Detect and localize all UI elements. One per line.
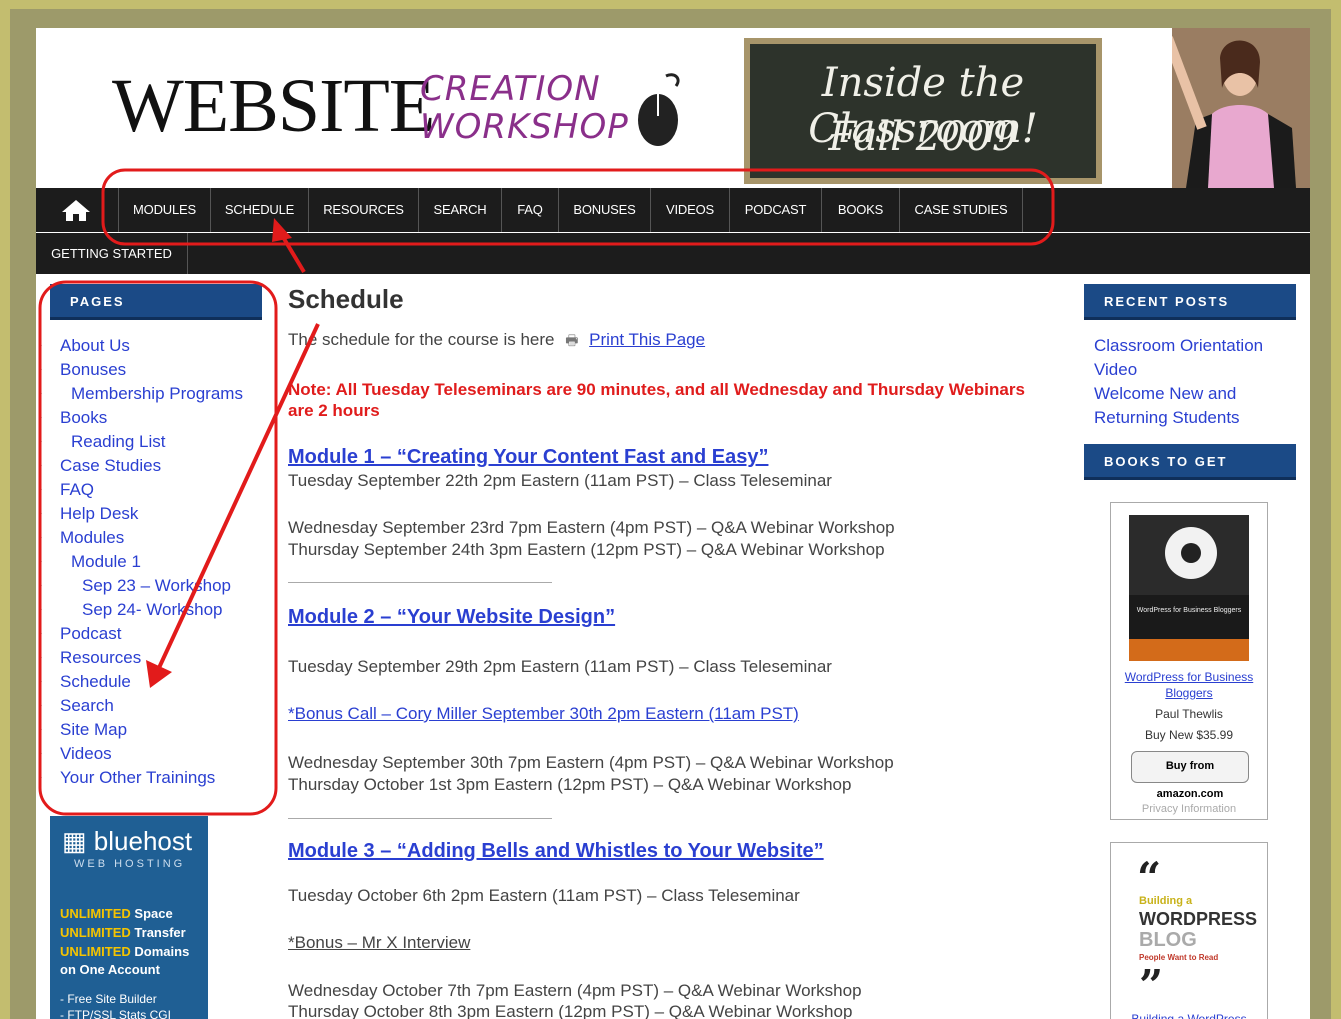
sidebar-item-schedule[interactable]: Schedule: [38, 669, 243, 694]
logo-website-text: WEBSITE: [112, 64, 435, 148]
book-2-line: BLOG: [1139, 929, 1197, 951]
mouse-icon: [638, 73, 680, 146]
nav-resources[interactable]: RESOURCES: [308, 188, 418, 232]
sidebar-item-membership-programs[interactable]: Membership Programs: [38, 381, 243, 406]
bluehost-tagline: WEB HOSTING: [74, 858, 186, 870]
module-3-heading[interactable]: Module 3 – “Adding Bells and Whistles to…: [288, 840, 824, 863]
bluehost-logo: ▦ bluehost: [62, 826, 193, 856]
buy-from-amazon-button[interactable]: Buy from amazon.com: [1131, 751, 1249, 800]
schedule-item: Wednesday September 30th 7pm Eastern (4p…: [288, 753, 894, 772]
schedule-item: Thursday September 24th 3pm Eastern (12p…: [288, 540, 885, 559]
intro-label: The schedule for the course is here: [288, 330, 555, 349]
recent-post-link[interactable]: Welcome New and Returning Students: [1094, 382, 1294, 430]
nav-podcast[interactable]: PODCAST: [729, 188, 821, 232]
schedule-item: Tuesday October 6th 2pm Eastern (11am PS…: [288, 886, 800, 905]
nav-faq[interactable]: FAQ: [501, 188, 558, 232]
book-title-link[interactable]: WordPress for Business Bloggers: [1111, 669, 1267, 701]
quote-icon: ”: [1139, 961, 1164, 1010]
sidebar-item-case-studies[interactable]: Case Studies: [38, 453, 243, 478]
recent-posts-title: RECENT POSTS: [1084, 284, 1296, 320]
divider: [288, 818, 552, 819]
pages-list: About Us Bonuses Membership Programs Boo…: [38, 333, 243, 790]
flower-image: [1129, 515, 1249, 661]
schedule-item: Wednesday October 7th 7pm Eastern (4pm P…: [288, 981, 862, 1000]
chalkboard-subtitle: Fall 2009: [828, 114, 1018, 160]
bluehost-feature: UNLIMITED Transfer: [60, 925, 186, 940]
print-page-link[interactable]: Print This Page: [589, 330, 705, 349]
bonus-call-link[interactable]: *Bonus Call – Cory Miller September 30th…: [288, 704, 799, 724]
sidebar-item-reading-list[interactable]: Reading List: [38, 429, 243, 454]
nav-getting-started[interactable]: GETTING STARTED: [36, 233, 188, 274]
bluehost-feature: - Free Site Builder: [60, 992, 157, 1006]
book-cover[interactable]: WordPress for Business Bloggers: [1129, 515, 1249, 661]
nav-case-studies[interactable]: CASE STUDIES: [899, 188, 1023, 232]
sidebar-item-podcast[interactable]: Podcast: [38, 621, 243, 646]
book-widget-1: WordPress for Business Bloggers WordPres…: [1110, 502, 1268, 820]
schedule-item: Wednesday September 23rd 7pm Eastern (4p…: [288, 518, 895, 537]
book-cover-2[interactable]: “ Building a WORDPRESS BLOG People Want …: [1127, 851, 1257, 1010]
privacy-information-link[interactable]: Privacy Information: [1111, 803, 1267, 815]
logo-workshop-text: WORKSHOP: [420, 107, 629, 147]
sidebar-item-search[interactable]: Search: [38, 693, 243, 718]
books-to-get-title: BOOKS TO GET: [1084, 444, 1296, 480]
bluehost-feature: - FTP/SSL Stats CGI: [60, 1008, 171, 1019]
sidebar-item-books[interactable]: Books: [38, 405, 243, 430]
page-title: Schedule: [288, 284, 404, 314]
sidebar-item-help-desk[interactable]: Help Desk: [38, 501, 243, 526]
sidebar-item-videos[interactable]: Videos: [38, 741, 243, 766]
bluehost-ad[interactable]: ▦ bluehost WEB HOSTING UNLIMITED Space U…: [50, 816, 208, 1019]
book-2-line: Building a: [1139, 895, 1193, 907]
sidebar-item-faq[interactable]: FAQ: [38, 477, 243, 502]
module-1-heading[interactable]: Module 1 – “Creating Your Content Fast a…: [288, 446, 768, 469]
web-page: WEBSITE CREATION WORKSHOP Inside the Cla…: [36, 28, 1310, 1019]
bluehost-feature: UNLIMITED Domains: [60, 944, 190, 959]
pages-widget-title: PAGES: [50, 284, 262, 320]
schedule-note: Note: All Tuesday Teleseminars are 90 mi…: [288, 380, 1025, 420]
nav-schedule[interactable]: SCHEDULE: [210, 188, 308, 232]
chalkboard-banner: Inside the Classroom! Fall 2009: [744, 38, 1102, 184]
schedule-item: Thursday October 8th 3pm Eastern (12pm P…: [288, 1002, 853, 1019]
book-author: Paul Thewlis: [1155, 707, 1223, 721]
sidebar-item-sep-23-workshop[interactable]: Sep 23 – Workshop: [38, 573, 243, 598]
nav-bonuses[interactable]: BONUSES: [558, 188, 650, 232]
sidebar-item-site-map[interactable]: Site Map: [38, 717, 243, 742]
nav-modules[interactable]: MODULES: [118, 188, 210, 232]
amazon-logo: amazon.com: [1156, 788, 1224, 800]
book-2-line: WORDPRESS: [1139, 909, 1258, 929]
sidebar-item-about-us[interactable]: About Us: [38, 333, 243, 358]
book-price: Buy New $35.99: [1144, 728, 1234, 742]
book-widget-2: “ Building a WORDPRESS BLOG People Want …: [1110, 842, 1268, 1019]
schedule-item: Thursday October 1st 3pm Eastern (12pm P…: [288, 775, 852, 794]
sidebar-item-resources[interactable]: Resources: [38, 645, 243, 670]
logo-creation-text: CREATION: [420, 69, 601, 109]
bluehost-feature: on One Account: [60, 962, 160, 977]
sidebar-item-your-other-trainings[interactable]: Your Other Trainings: [38, 765, 243, 790]
bluehost-feature: UNLIMITED Space: [60, 906, 173, 921]
printer-icon: 🖶: [565, 332, 579, 348]
book-cover-title: WordPress for Business Bloggers: [1136, 607, 1242, 614]
schedule-item: Tuesday September 29th 2pm Eastern (11am…: [288, 657, 832, 676]
nav-books[interactable]: BOOKS: [821, 188, 899, 232]
sidebar-item-module-1[interactable]: Module 1: [38, 549, 243, 574]
book-title-link[interactable]: Building a WordPress: [1111, 1011, 1267, 1019]
teacher-photo: [1172, 28, 1310, 188]
main-nav: MODULES SCHEDULE RESOURCES SEARCH FAQ BO…: [36, 188, 1310, 232]
bonus-interview-link[interactable]: *Bonus – Mr X Interview: [288, 933, 470, 953]
secondary-nav: GETTING STARTED: [36, 233, 1310, 274]
divider: [288, 582, 552, 583]
home-icon[interactable]: [60, 198, 92, 222]
sidebar-item-sep-24-workshop[interactable]: Sep 24- Workshop: [38, 597, 243, 622]
recent-post-link[interactable]: Classroom Orientation Video: [1094, 334, 1294, 382]
intro-text: The schedule for the course is here 🖶 Pr…: [288, 330, 705, 354]
nav-videos[interactable]: VIDEOS: [650, 188, 729, 232]
module-2-heading[interactable]: Module 2 – “Your Website Design”: [288, 606, 615, 629]
schedule-item: Tuesday September 22th 2pm Eastern (11am…: [288, 471, 832, 490]
buy-from-label: Buy from: [1165, 760, 1215, 772]
sidebar-item-modules[interactable]: Modules: [38, 525, 243, 550]
sidebar-item-bonuses[interactable]: Bonuses: [38, 357, 243, 382]
site-header: WEBSITE CREATION WORKSHOP Inside the Cla…: [36, 28, 1310, 188]
nav-search[interactable]: SEARCH: [418, 188, 501, 232]
